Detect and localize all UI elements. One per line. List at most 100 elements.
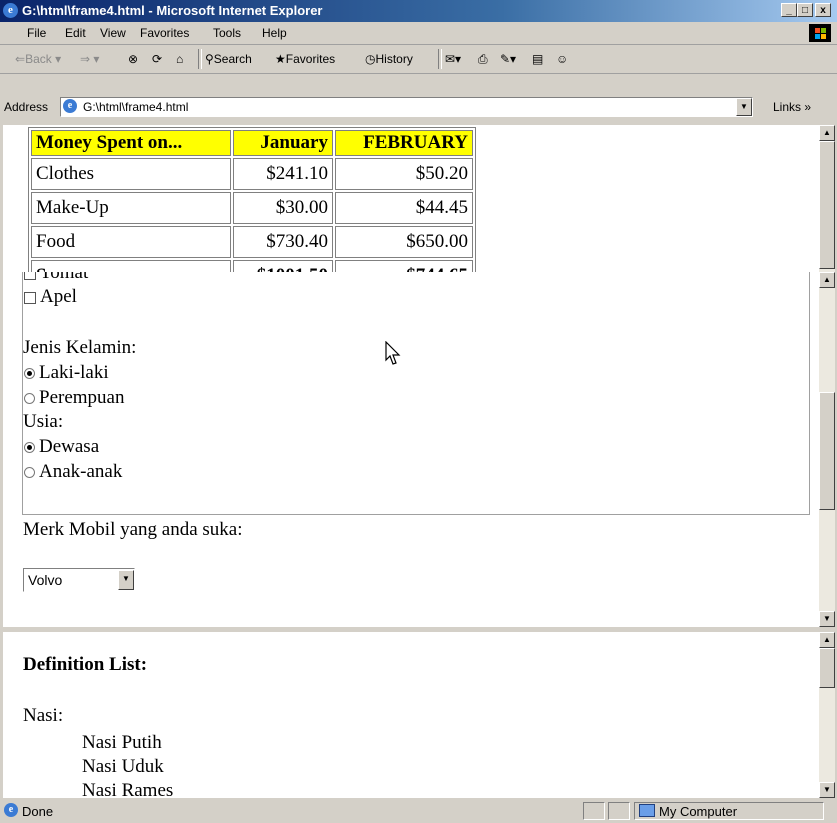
age-label: Usia: bbox=[23, 411, 64, 432]
status-panel bbox=[583, 802, 605, 820]
window-title: G:\html\frame4.html - Microsoft Internet… bbox=[22, 3, 323, 18]
menu-edit[interactable]: Edit bbox=[65, 26, 86, 40]
status-zone: My Computer bbox=[659, 804, 738, 819]
car-select[interactable]: Volvo ▼ bbox=[23, 568, 135, 592]
table-cell: $241.10 bbox=[233, 158, 333, 190]
definition-item: Nasi Rames bbox=[82, 780, 174, 798]
table-cell: $50.20 bbox=[335, 158, 473, 190]
computer-icon bbox=[639, 804, 655, 817]
scroll-thumb[interactable] bbox=[819, 392, 835, 510]
discuss-icon[interactable]: ▤ bbox=[532, 52, 543, 66]
stop-icon[interactable]: ⊗ bbox=[128, 52, 138, 66]
address-dropdown-button[interactable]: ▼ bbox=[736, 98, 752, 116]
favorites-button[interactable]: ★Favorites bbox=[275, 52, 335, 66]
gender-label: Jenis Kelamin: bbox=[23, 337, 137, 358]
table-header: FEBRUARY bbox=[335, 130, 473, 156]
table-header-row: Money Spent on... January FEBRUARY bbox=[31, 130, 473, 156]
radio-perempuan[interactable]: Perempuan bbox=[24, 387, 124, 409]
address-value: G:\html\frame4.html bbox=[83, 100, 189, 114]
mail-icon[interactable]: ✉▾ bbox=[445, 52, 461, 66]
status-zone-panel: My Computer bbox=[634, 802, 824, 820]
scroll-up-arrow-icon[interactable]: ▲ bbox=[819, 272, 835, 288]
menu-help[interactable]: Help bbox=[262, 26, 287, 40]
table-cell: Food bbox=[31, 226, 231, 258]
scroll-down-arrow-icon[interactable]: ▼ bbox=[819, 782, 835, 798]
address-input[interactable]: e G:\html\frame4.html ▼ bbox=[60, 97, 753, 117]
search-button[interactable]: ⚲Search bbox=[205, 52, 252, 66]
money-spent-table: Money Spent on... January FEBRUARY Cloth… bbox=[28, 127, 476, 290]
history-icon: ◷ bbox=[365, 52, 376, 66]
toolbar-separator bbox=[198, 49, 202, 69]
links-button[interactable]: Links » bbox=[773, 100, 811, 114]
history-button[interactable]: ◷History bbox=[365, 52, 413, 66]
table-header: January bbox=[233, 130, 333, 156]
status-text: Done bbox=[22, 804, 54, 819]
checkbox-apel[interactable]: Apel bbox=[24, 286, 77, 308]
search-icon: ⚲ bbox=[205, 52, 214, 66]
radio-laki-laki[interactable]: Laki-laki bbox=[24, 362, 109, 384]
title-bar[interactable]: e G:\html\frame4.html - Microsoft Intern… bbox=[0, 0, 837, 22]
forward-button[interactable]: ⇒ ▾ bbox=[80, 52, 99, 66]
bottom-frame: Definition List: Nasi: Nasi Putih Nasi U… bbox=[3, 632, 835, 798]
maximize-button[interactable]: □ bbox=[797, 3, 813, 17]
top-frame-scrollbar[interactable]: ▲ ▼ bbox=[819, 125, 835, 290]
table-row: Food $730.40 $650.00 bbox=[31, 226, 473, 258]
status-bar: e Done My Computer bbox=[0, 800, 837, 823]
menu-view[interactable]: View bbox=[100, 26, 126, 40]
definition-term: Nasi: bbox=[23, 705, 64, 726]
windows-logo-icon bbox=[809, 24, 831, 42]
standard-toolbar: ⇐Back ▾ ⇒ ▾ ⊗ ⟳ ⌂ ⚲Search ★Favorites ◷Hi… bbox=[0, 45, 837, 74]
table-row: Clothes $241.10 $50.20 bbox=[31, 158, 473, 190]
definition-item: Nasi Putih bbox=[82, 732, 162, 753]
close-button[interactable]: x bbox=[815, 3, 831, 17]
edit-icon[interactable]: ✎▾ bbox=[500, 52, 516, 66]
radio-anak-anak[interactable]: Anak-anak bbox=[24, 461, 122, 483]
definition-item: Nasi Uduk bbox=[82, 756, 164, 777]
menu-bar: File Edit View Favorites Tools Help bbox=[0, 22, 837, 45]
table-cell: Clothes bbox=[31, 158, 231, 190]
checkbox-tomat[interactable]: Tomat bbox=[24, 272, 88, 284]
toolbar-separator bbox=[438, 49, 442, 69]
back-button[interactable]: ⇐Back ▾ bbox=[15, 52, 61, 66]
top-frame: Money Spent on... January FEBRUARY Cloth… bbox=[3, 125, 835, 290]
back-arrow-icon: ⇐ bbox=[15, 52, 26, 66]
minimize-button[interactable]: _ bbox=[781, 3, 797, 17]
menu-favorites[interactable]: Favorites bbox=[140, 26, 189, 40]
refresh-icon[interactable]: ⟳ bbox=[152, 52, 162, 66]
menu-file[interactable]: File bbox=[27, 26, 46, 40]
form-fieldset bbox=[22, 272, 810, 515]
home-icon[interactable]: ⌂ bbox=[176, 52, 183, 66]
table-cell: $44.45 bbox=[335, 192, 473, 224]
middle-frame: Tomat Apel Jenis Kelamin: Laki-laki Pere… bbox=[3, 272, 835, 627]
table-row: Make-Up $30.00 $44.45 bbox=[31, 192, 473, 224]
scroll-down-arrow-icon[interactable]: ▼ bbox=[819, 611, 835, 627]
table-cell: $730.40 bbox=[233, 226, 333, 258]
table-cell: $650.00 bbox=[335, 226, 473, 258]
car-select-value: Volvo bbox=[28, 572, 63, 588]
scroll-thumb[interactable] bbox=[819, 648, 835, 688]
bottom-frame-scrollbar[interactable]: ▲ ▼ bbox=[819, 632, 835, 798]
page-done-icon: e bbox=[4, 803, 18, 817]
table-cell: Make-Up bbox=[31, 192, 231, 224]
ie-logo-icon: e bbox=[3, 3, 18, 18]
mouse-cursor-icon bbox=[385, 341, 401, 365]
radio-dewasa[interactable]: Dewasa bbox=[24, 436, 99, 458]
table-cell: $30.00 bbox=[233, 192, 333, 224]
menu-tools[interactable]: Tools bbox=[213, 26, 241, 40]
forward-arrow-icon: ⇒ ▾ bbox=[80, 52, 100, 66]
favorites-icon: ★ bbox=[275, 52, 286, 66]
car-select-dropdown-button[interactable]: ▼ bbox=[118, 570, 134, 590]
page-icon: e bbox=[63, 99, 77, 113]
address-label: Address bbox=[4, 100, 49, 114]
address-bar: Address e G:\html\frame4.html ▼ Links » bbox=[0, 95, 837, 121]
car-label: Merk Mobil yang anda suka: bbox=[23, 519, 243, 540]
messenger-icon[interactable]: ☺ bbox=[556, 52, 568, 66]
print-icon[interactable]: ⎙ bbox=[478, 52, 488, 67]
definition-list-heading: Definition List: bbox=[23, 654, 148, 675]
scroll-up-arrow-icon[interactable]: ▲ bbox=[819, 632, 835, 648]
scroll-thumb[interactable] bbox=[819, 141, 835, 269]
scroll-up-arrow-icon[interactable]: ▲ bbox=[819, 125, 835, 141]
status-panel bbox=[608, 802, 630, 820]
table-header: Money Spent on... bbox=[31, 130, 231, 156]
middle-frame-scrollbar[interactable]: ▲ ▼ bbox=[819, 272, 835, 627]
